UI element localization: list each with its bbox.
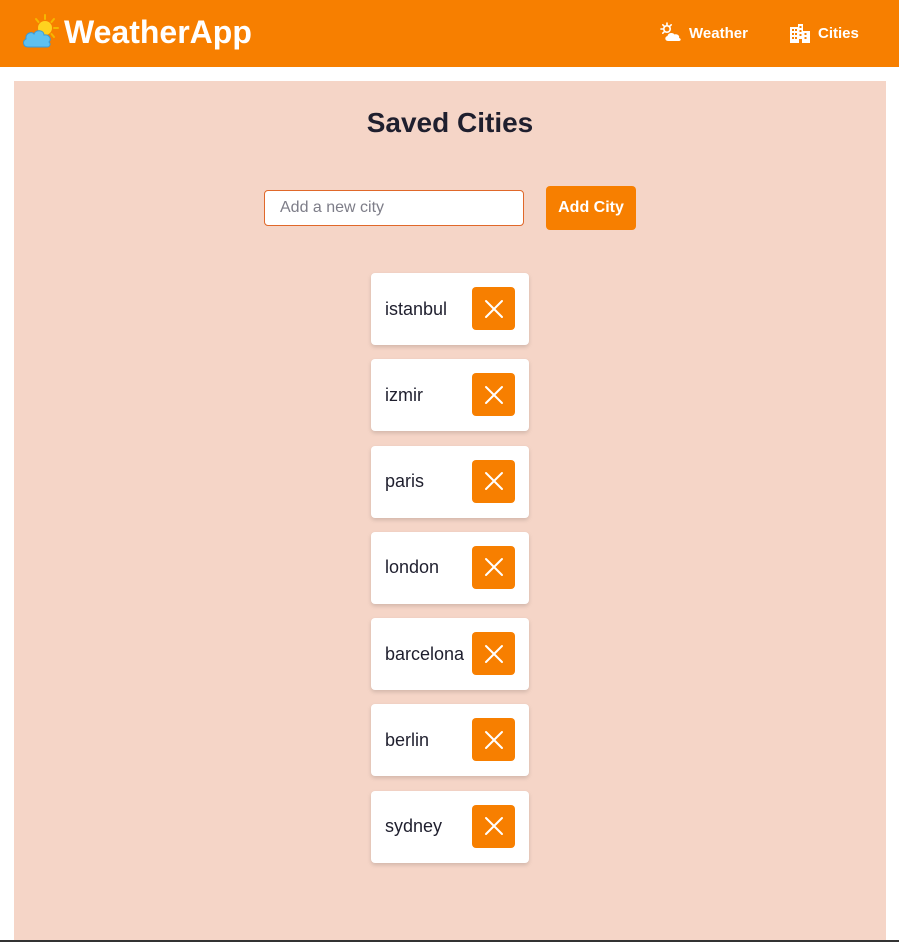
city-buildings-icon (790, 24, 810, 43)
city-card: sydney (371, 790, 529, 863)
app-title: WeatherApp (64, 14, 252, 50)
add-city-button[interactable]: Add City (546, 186, 636, 230)
nav-cities-link[interactable]: Cities (789, 22, 859, 44)
sun-behind-cloud-icon (23, 14, 59, 48)
remove-city-button[interactable] (472, 804, 515, 848)
nav-weather-label: Weather (689, 24, 748, 42)
city-card: izmir (371, 359, 529, 432)
top-navbar: WeatherApp Weather Cities (0, 0, 899, 67)
city-card: barcelona (371, 618, 529, 691)
remove-city-button[interactable] (472, 632, 515, 676)
city-name: berlin (385, 729, 430, 750)
close-icon (484, 299, 503, 318)
page-title: Saved Cities (366, 107, 534, 138)
close-icon (484, 472, 503, 491)
city-name: istanbul (385, 298, 448, 319)
city-name: sydney (385, 816, 443, 837)
brand-link[interactable]: WeatherApp (21, 13, 252, 51)
city-name: barcelona (385, 643, 465, 664)
remove-city-button[interactable] (472, 545, 515, 589)
city-card: berlin (371, 704, 529, 777)
city-card: istanbul (371, 273, 529, 345)
close-icon (484, 817, 503, 836)
remove-city-button[interactable] (472, 373, 515, 417)
city-card: paris (371, 445, 529, 518)
close-icon (484, 385, 503, 404)
city-list: istanbul izmir paris london barcelona be… (371, 273, 529, 877)
nav-weather-link[interactable]: Weather (660, 22, 748, 44)
city-name: paris (385, 471, 425, 492)
saved-cities-panel: Saved Cities Add City istanbul izmir par… (14, 81, 886, 942)
city-name: izmir (385, 384, 423, 405)
remove-city-button[interactable] (472, 718, 515, 762)
close-icon (484, 730, 503, 749)
sun-cloud-icon (660, 22, 681, 41)
city-name: london (385, 557, 440, 578)
remove-city-button[interactable] (472, 287, 515, 330)
close-icon (484, 558, 503, 577)
new-city-input[interactable] (264, 190, 524, 226)
nav-cities-label: Cities (818, 24, 859, 42)
city-card: london (371, 531, 529, 604)
close-icon (484, 644, 503, 663)
remove-city-button[interactable] (472, 459, 515, 503)
